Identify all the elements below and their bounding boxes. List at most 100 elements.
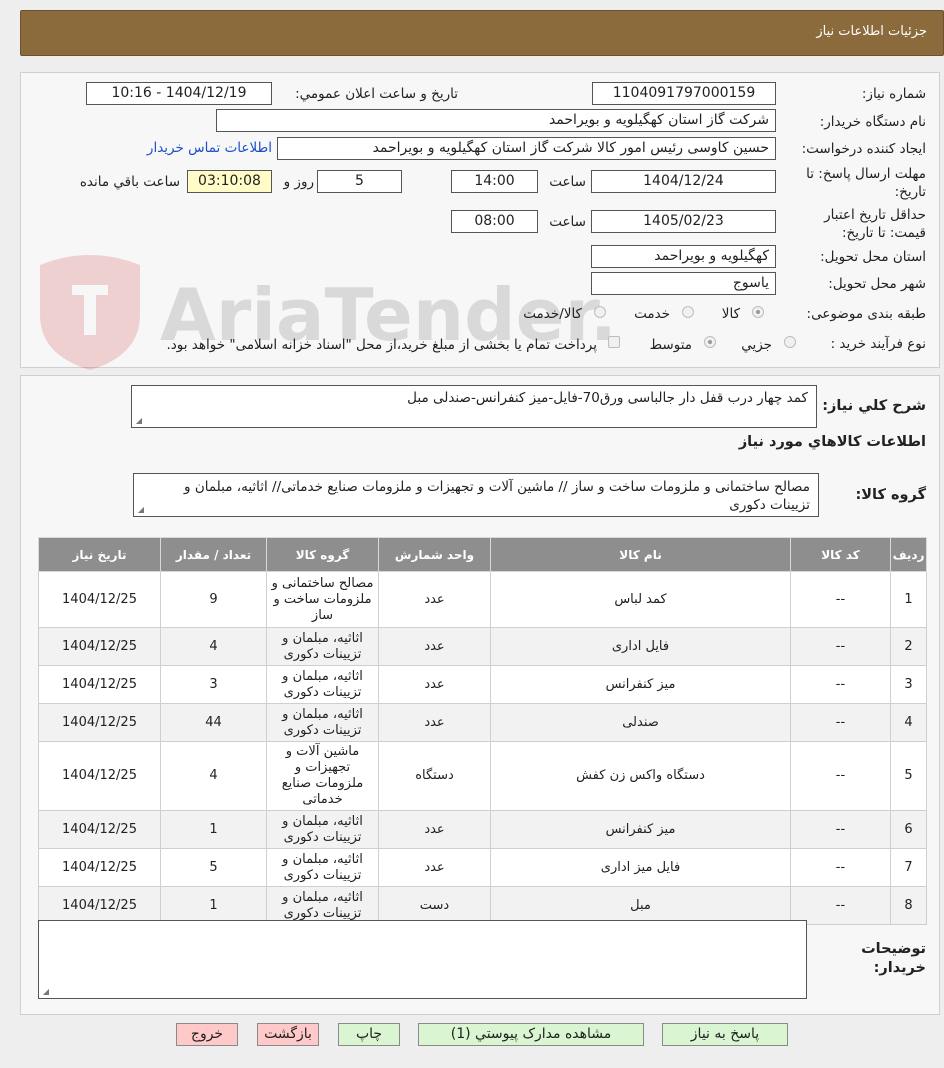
process-option-medium: متوسط	[649, 337, 692, 353]
payment-note: پرداخت تمام یا بخشی از مبلغ خرید،از محل …	[166, 337, 597, 353]
table-row: 5 -- دستگاه واکس زن کفش دستگاه ماشین آلا…	[38, 741, 927, 811]
requester-field: حسین کاوسی رئیس امور کالا شرکت گاز استان…	[277, 137, 776, 160]
view-attachments-button[interactable]: مشاهده مدارک پیوستي (1)	[418, 1023, 644, 1046]
province-field: کهگیلویه و بویراحمد	[591, 245, 776, 268]
category-radio-goods[interactable]	[752, 306, 764, 318]
cell-unit: عدد	[378, 571, 491, 628]
cell-group: اثاثیه، مبلمان و تزیینات دکوری	[266, 703, 379, 742]
days-field: 5	[317, 170, 402, 193]
goods-table: ردیف کد کالا نام کالا واحد شمارش گروه کا…	[38, 537, 927, 925]
category-option-goods: کالا	[721, 306, 740, 322]
cell-code: --	[790, 571, 891, 628]
remaining-time-field: 03:10:08	[187, 170, 272, 193]
days-label: روز و	[283, 174, 314, 190]
print-button[interactable]: چاپ	[338, 1023, 400, 1046]
buyer-org-label: نام دستگاه خریدار:	[819, 114, 926, 130]
cell-date: 1404/12/25	[38, 665, 161, 704]
page-header: جزئیات اطلاعات نیاز	[20, 10, 944, 56]
cell-code: --	[790, 886, 891, 925]
cell-group: ماشین آلات و تجهیزات و ملزومات صنایع خدم…	[266, 741, 379, 811]
table-row: 6 -- میز کنفرانس عدد اثاثیه، مبلمان و تز…	[38, 810, 927, 849]
cell-date: 1404/12/25	[38, 886, 161, 925]
cell-qty: 44	[160, 703, 267, 742]
cell-name: فایل میز اداری	[490, 848, 791, 887]
category-radio-both[interactable]	[594, 306, 606, 318]
cell-name: میز کنفرانس	[490, 810, 791, 849]
table-row: 7 -- فایل میز اداری عدد اثاثیه، مبلمان و…	[38, 848, 927, 887]
resize-grip-icon[interactable]: ◢	[134, 417, 142, 425]
validity-label: حداقل تاریخ اعتبار قیمت: تا تاریخ:	[824, 207, 926, 241]
reply-button[interactable]: پاسخ به نیاز	[662, 1023, 788, 1046]
cell-row: 3	[890, 665, 927, 704]
need-number-field: 1104091797000159	[592, 82, 776, 105]
treasury-checkbox[interactable]	[608, 336, 620, 348]
goods-group-text: مصالح ساختمانی و ملزومات ساخت و ساز // م…	[184, 479, 810, 513]
summary-textarea[interactable]: کمد چهار درب قفل دار جالباسی ورق70-فایل-…	[131, 385, 817, 428]
cell-date: 1404/12/25	[38, 571, 161, 628]
cell-row: 1	[890, 571, 927, 628]
cell-row: 4	[890, 703, 927, 742]
summary-label: شرح کلي نیاز:	[822, 398, 926, 414]
resize-grip-icon[interactable]: ◢	[41, 988, 49, 996]
cell-name: فایل اداری	[490, 627, 791, 666]
cell-qty: 4	[160, 627, 267, 666]
back-button[interactable]: بازگشت	[257, 1023, 319, 1046]
col-header-code: کد کالا	[790, 537, 891, 572]
summary-text: کمد چهار درب قفل دار جالباسی ورق70-فایل-…	[407, 390, 808, 406]
need-number-label: شماره نیاز:	[861, 86, 926, 102]
cell-code: --	[790, 810, 891, 849]
cell-qty: 3	[160, 665, 267, 704]
cell-unit: عدد	[378, 848, 491, 887]
deadline-time-field: 14:00	[451, 170, 538, 193]
process-radio-minor[interactable]	[784, 336, 796, 348]
cell-row: 5	[890, 741, 927, 811]
category-radio-service[interactable]	[682, 306, 694, 318]
table-row: 2 -- فایل اداری عدد اثاثیه، مبلمان و تزی…	[38, 627, 927, 666]
cell-date: 1404/12/25	[38, 741, 161, 811]
page-title: جزئیات اطلاعات نیاز	[816, 24, 927, 39]
category-label: طبقه بندی موضوعی:	[806, 306, 926, 322]
goods-group-textarea[interactable]: مصالح ساختمانی و ملزومات ساخت و ساز // م…	[133, 473, 819, 517]
exit-button[interactable]: خروج	[176, 1023, 238, 1046]
table-row: 3 -- میز کنفرانس عدد اثاثیه، مبلمان و تز…	[38, 665, 927, 704]
buyer-org-field: شرکت گاز استان کهگیلویه و بویراحمد	[216, 109, 776, 132]
table-row: 4 -- صندلی عدد اثاثیه، مبلمان و تزیینات …	[38, 703, 927, 742]
validity-time-label: ساعت	[549, 214, 586, 230]
process-radio-medium[interactable]	[704, 336, 716, 348]
cell-row: 8	[890, 886, 927, 925]
col-header-row: ردیف	[890, 537, 927, 572]
cell-date: 1404/12/25	[38, 627, 161, 666]
cell-group: اثاثیه، مبلمان و تزیینات دکوری	[266, 810, 379, 849]
city-label: شهر محل تحویل:	[828, 276, 926, 292]
cell-unit: عدد	[378, 627, 491, 666]
cell-unit: عدد	[378, 810, 491, 849]
process-label: نوع فرآیند خرید :	[830, 336, 926, 352]
cell-qty: 1	[160, 886, 267, 925]
cell-unit: دستگاه	[378, 741, 491, 811]
col-header-name: نام کالا	[490, 537, 791, 572]
table-row: 1 -- کمد لباس عدد مصالح ساختمانی و ملزوم…	[38, 571, 927, 628]
validity-date-field: 1405/02/23	[591, 210, 776, 233]
buyer-notes-textarea[interactable]: ◢	[38, 920, 807, 999]
cell-qty: 4	[160, 741, 267, 811]
requester-label: ایجاد کننده درخواست:	[801, 141, 926, 157]
cell-code: --	[790, 848, 891, 887]
announce-field: 1404/12/19 - 10:16	[86, 82, 272, 105]
col-header-qty: تعداد / مقدار	[160, 537, 267, 572]
cell-name: مبل	[490, 886, 791, 925]
goods-table-wrapper: ردیف کد کالا نام کالا واحد شمارش گروه کا…	[38, 537, 927, 925]
cell-name: کمد لباس	[490, 571, 791, 628]
cell-group: اثاثیه، مبلمان و تزیینات دکوری	[266, 627, 379, 666]
contact-info-link[interactable]: اطلاعات تماس خریدار	[147, 140, 272, 156]
cell-row: 6	[890, 810, 927, 849]
cell-name: دستگاه واکس زن کفش	[490, 741, 791, 811]
table-row: 8 -- مبل دست اثاثیه، مبلمان و تزیینات دک…	[38, 886, 927, 925]
cell-group: اثاثیه، مبلمان و تزیینات دکوری	[266, 848, 379, 887]
cell-row: 7	[890, 848, 927, 887]
category-option-both: کالا/خدمت	[523, 306, 582, 322]
remaining-label: ساعت باقي مانده	[79, 174, 180, 190]
cell-code: --	[790, 703, 891, 742]
cell-group: مصالح ساختمانی و ملزومات ساخت و ساز	[266, 571, 379, 628]
resize-grip-icon[interactable]: ◢	[136, 506, 144, 514]
announce-label: تاریخ و ساعت اعلان عمومي:	[295, 86, 458, 102]
